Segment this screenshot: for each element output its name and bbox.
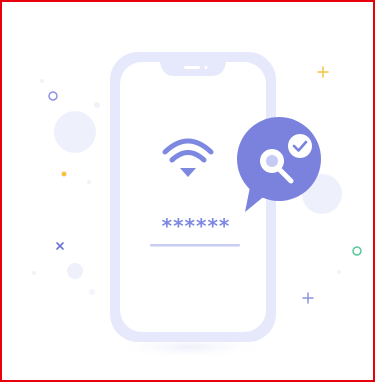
masked-password: ****** xyxy=(161,214,231,238)
wifi-password-illustration xyxy=(32,52,362,359)
bg-dot-6 xyxy=(87,180,91,184)
checkmark-icon xyxy=(288,134,312,158)
password-underline xyxy=(150,244,240,247)
bg-bubble-left xyxy=(54,111,96,153)
bg-dot-3 xyxy=(32,271,36,275)
bg-bubble-small-left xyxy=(67,263,83,279)
bg-dot-4 xyxy=(89,289,95,295)
sparkle-ring-green xyxy=(352,246,362,256)
sparkle-ring-blue xyxy=(48,91,58,101)
bg-dot-5 xyxy=(337,270,341,274)
phone-camera xyxy=(204,66,208,69)
bg-dot-2 xyxy=(94,102,100,108)
phone-speaker xyxy=(184,66,200,69)
sparkle-x-blue xyxy=(56,242,64,250)
screen-frame: ****** xyxy=(0,0,375,382)
sparkle-plus-yellow xyxy=(317,66,329,78)
phone-screen xyxy=(120,62,266,332)
sparkle-plus-purple xyxy=(302,292,314,304)
bg-dot-1 xyxy=(40,79,44,83)
sparkle-dot-yellow xyxy=(61,171,67,177)
